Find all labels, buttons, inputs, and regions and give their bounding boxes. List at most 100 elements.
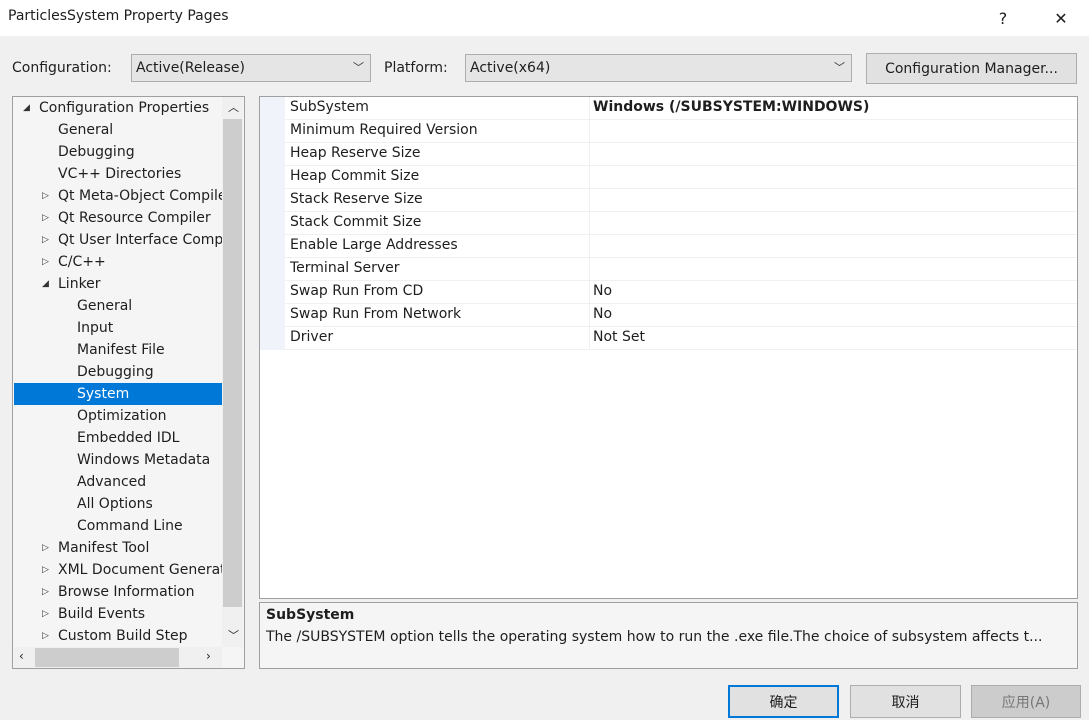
- collapse-arrow-icon[interactable]: ◢: [42, 273, 49, 295]
- tree-item-label: Configuration Properties: [39, 100, 210, 116]
- tree-item-label: All Options: [77, 496, 153, 512]
- property-row[interactable]: Enable Large Addresses: [260, 235, 1077, 258]
- configuration-value: Active(Release): [136, 60, 245, 76]
- column-divider: [589, 143, 590, 166]
- tree-item-label: General: [58, 122, 114, 138]
- tree-item[interactable]: Windows Metadata: [14, 449, 222, 471]
- tree-item[interactable]: Advanced: [14, 471, 222, 493]
- tree-item[interactable]: ▷ Qt User Interface Compiler: [14, 229, 222, 251]
- scroll-down-icon[interactable]: ﹀: [228, 627, 239, 643]
- expand-arrow-icon[interactable]: ▷: [42, 559, 49, 581]
- property-value[interactable]: Not Set: [593, 329, 645, 345]
- description-title: SubSystem: [266, 607, 355, 623]
- tree-item[interactable]: General: [14, 295, 222, 317]
- tree-item[interactable]: Debugging: [14, 141, 222, 163]
- platform-dropdown[interactable]: Active(x64) ﹀: [465, 54, 852, 82]
- configuration-manager-button[interactable]: Configuration Manager...: [866, 53, 1077, 84]
- tree-item[interactable]: All Options: [14, 493, 222, 515]
- property-name: Stack Commit Size: [290, 214, 422, 230]
- tree-item[interactable]: ▷ Build Events: [14, 603, 222, 625]
- tree-item[interactable]: VC++ Directories: [14, 163, 222, 185]
- configuration-label: Configuration:: [12, 60, 112, 76]
- help-button[interactable]: ?: [983, 4, 1023, 32]
- property-row[interactable]: Minimum Required Version: [260, 120, 1077, 143]
- tree-item[interactable]: ◢ Configuration Properties: [14, 97, 222, 119]
- tree-item-label: Qt User Interface Compiler: [58, 232, 222, 248]
- close-button[interactable]: ✕: [1041, 4, 1081, 32]
- column-divider: [589, 327, 590, 350]
- tree-item[interactable]: Embedded IDL: [14, 427, 222, 449]
- expand-arrow-icon[interactable]: ▷: [42, 625, 49, 647]
- property-value[interactable]: No: [593, 283, 612, 299]
- tree-item[interactable]: ▷ Qt Resource Compiler: [14, 207, 222, 229]
- tree-item[interactable]: Manifest File: [14, 339, 222, 361]
- property-row[interactable]: SubSystem Windows (/SUBSYSTEM:WINDOWS): [260, 97, 1077, 120]
- scroll-left-icon[interactable]: ‹: [19, 649, 24, 663]
- tree-item[interactable]: ▷ Custom Build Step: [14, 625, 222, 647]
- property-value[interactable]: No: [593, 306, 612, 322]
- tree-item[interactable]: ▷ C/C++: [14, 251, 222, 273]
- row-gutter: [260, 189, 285, 212]
- apply-button[interactable]: 应用(A): [971, 685, 1081, 718]
- property-row[interactable]: Heap Commit Size: [260, 166, 1077, 189]
- tree-item[interactable]: ▷ Manifest Tool: [14, 537, 222, 559]
- tree-item-label: Custom Build Step: [58, 628, 188, 644]
- scroll-up-icon[interactable]: ︿: [228, 99, 239, 115]
- tree-item[interactable]: Command Line: [14, 515, 222, 537]
- property-name: Swap Run From Network: [290, 306, 462, 322]
- expand-arrow-icon[interactable]: ▷: [42, 581, 49, 603]
- tree-item[interactable]: General: [14, 119, 222, 141]
- expand-arrow-icon[interactable]: ▷: [42, 207, 49, 229]
- tree-item-label: Manifest File: [77, 342, 165, 358]
- property-row[interactable]: Stack Commit Size: [260, 212, 1077, 235]
- tree-item[interactable]: Input: [14, 317, 222, 339]
- property-row[interactable]: Terminal Server: [260, 258, 1077, 281]
- property-row[interactable]: Heap Reserve Size: [260, 143, 1077, 166]
- description-panel: SubSystem The /SUBSYSTEM option tells th…: [259, 602, 1078, 669]
- property-name: SubSystem: [290, 99, 369, 115]
- tree-item[interactable]: Debugging: [14, 361, 222, 383]
- scroll-right-icon[interactable]: ›: [206, 649, 211, 663]
- property-row[interactable]: Swap Run From Network No: [260, 304, 1077, 327]
- tree-item-label: System: [77, 386, 130, 402]
- configuration-dropdown[interactable]: Active(Release) ﹀: [131, 54, 371, 82]
- tree-item-label: Optimization: [77, 408, 167, 424]
- row-gutter: [260, 304, 285, 327]
- property-row[interactable]: Swap Run From CD No: [260, 281, 1077, 304]
- tree-item[interactable]: ▷ XML Document Generator: [14, 559, 222, 581]
- row-gutter: [260, 327, 285, 350]
- column-divider: [589, 212, 590, 235]
- property-grid[interactable]: SubSystem Windows (/SUBSYSTEM:WINDOWS) M…: [259, 96, 1078, 599]
- horizontal-scrollbar[interactable]: ‹ ›: [14, 647, 222, 668]
- scrollbar-thumb[interactable]: [223, 119, 242, 607]
- tree-item-label: Qt Meta-Object Compiler: [58, 188, 222, 204]
- ok-button[interactable]: 确定: [728, 685, 839, 718]
- column-divider: [589, 235, 590, 258]
- collapse-arrow-icon[interactable]: ◢: [23, 97, 30, 119]
- tree-item-label: Input: [77, 320, 114, 336]
- tree-item-label: Embedded IDL: [77, 430, 180, 446]
- tree-item[interactable]: Optimization: [14, 405, 222, 427]
- expand-arrow-icon[interactable]: ▷: [42, 251, 49, 273]
- description-text: The /SUBSYSTEM option tells the operatin…: [266, 629, 1043, 645]
- property-row[interactable]: Stack Reserve Size: [260, 189, 1077, 212]
- tree-item[interactable]: ▷ Browse Information: [14, 581, 222, 603]
- category-tree[interactable]: ◢ Configuration Properties General Debuggin…: [12, 96, 245, 669]
- expand-arrow-icon[interactable]: ▷: [42, 537, 49, 559]
- tree-item-label: Windows Metadata: [77, 452, 211, 468]
- tree-item[interactable]: ◢ Linker: [14, 273, 222, 295]
- vertical-scrollbar[interactable]: ︿ ﹀: [222, 97, 243, 647]
- expand-arrow-icon[interactable]: ▷: [42, 185, 49, 207]
- tree-item-label: Advanced: [77, 474, 147, 490]
- tree-item[interactable]: ▷ Qt Meta-Object Compiler: [14, 185, 222, 207]
- tree-item-label: Debugging: [77, 364, 154, 380]
- tree-item[interactable]: System: [14, 383, 222, 405]
- scrollbar-thumb[interactable]: [35, 648, 179, 667]
- cancel-button[interactable]: 取消: [850, 685, 961, 718]
- expand-arrow-icon[interactable]: ▷: [42, 603, 49, 625]
- property-row[interactable]: Driver Not Set: [260, 327, 1077, 350]
- property-value[interactable]: Windows (/SUBSYSTEM:WINDOWS): [593, 99, 869, 115]
- title-bar: ParticlesSystem Property Pages ? ✕: [0, 0, 1089, 36]
- row-gutter: [260, 258, 285, 281]
- expand-arrow-icon[interactable]: ▷: [42, 229, 49, 251]
